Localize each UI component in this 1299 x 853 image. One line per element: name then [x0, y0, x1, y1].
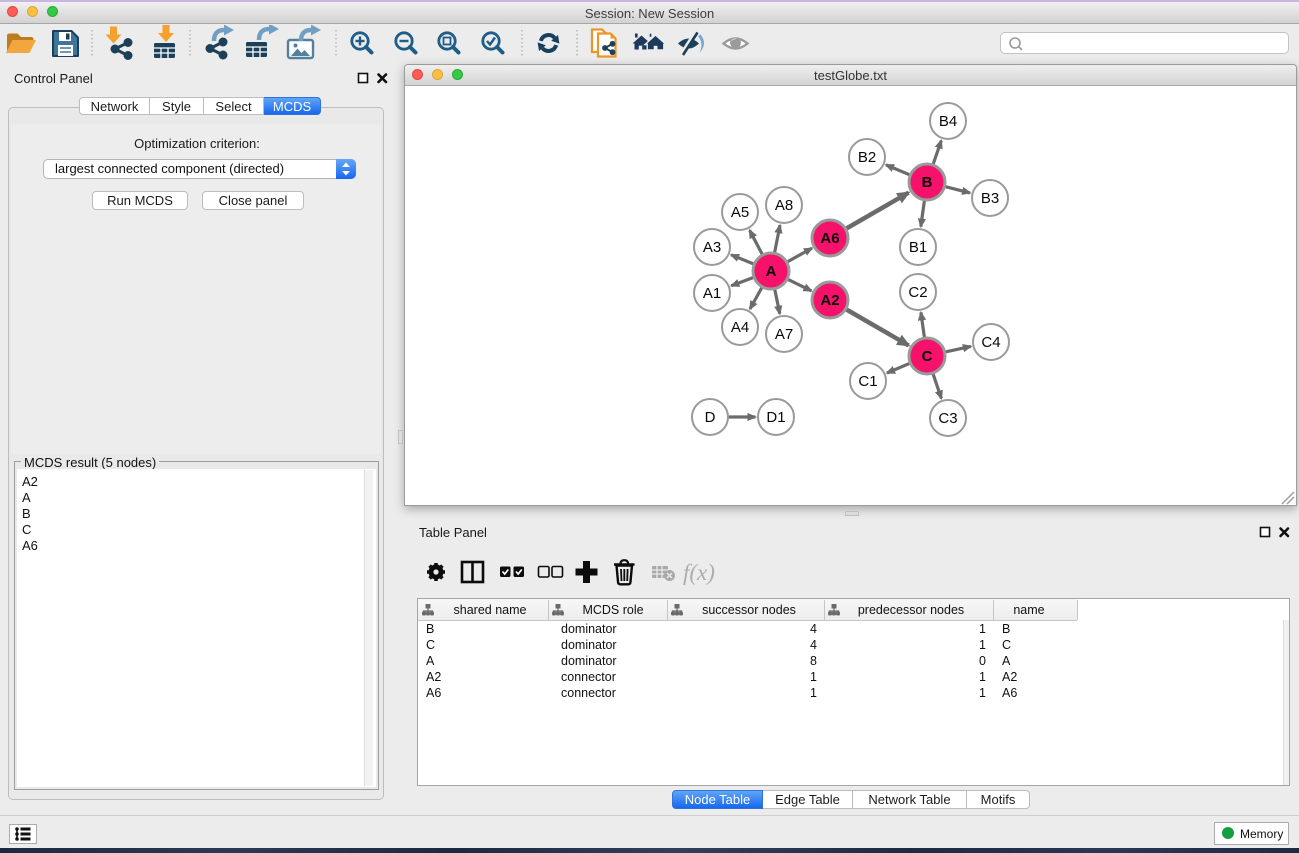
svg-text:MCDS role: MCDS role	[582, 603, 643, 617]
svg-text:C: C	[426, 638, 435, 652]
svg-text:B: B	[922, 174, 933, 191]
svg-text:A6: A6	[1002, 686, 1017, 700]
svg-text:A2: A2	[820, 292, 839, 309]
svg-text:C3: C3	[938, 410, 957, 427]
svg-text:B4: B4	[939, 113, 957, 130]
svg-text:shared name: shared name	[454, 603, 527, 617]
svg-text:A: A	[1002, 654, 1011, 668]
svg-text:successor nodes: successor nodes	[702, 603, 796, 617]
svg-text:4: 4	[810, 638, 817, 652]
svg-text:1: 1	[979, 686, 986, 700]
svg-text:D1: D1	[766, 409, 785, 426]
svg-text:C4: C4	[981, 334, 1000, 351]
svg-text:1: 1	[979, 638, 986, 652]
svg-text:f(x): f(x)	[683, 560, 715, 585]
svg-text:C: C	[1002, 638, 1011, 652]
svg-text:D: D	[705, 409, 716, 426]
svg-text:C: C	[922, 348, 933, 365]
svg-text:connector: connector	[561, 686, 616, 700]
svg-text:name: name	[1013, 603, 1044, 617]
svg-text:8: 8	[810, 654, 817, 668]
svg-text:B: B	[1002, 622, 1010, 636]
svg-text:A: A	[426, 654, 435, 668]
svg-text:1: 1	[979, 670, 986, 684]
svg-text:dominator: dominator	[561, 622, 617, 636]
svg-text:dominator: dominator	[561, 654, 617, 668]
svg-text:A8: A8	[775, 197, 793, 214]
svg-text:B3: B3	[981, 190, 999, 207]
svg-text:B: B	[426, 622, 434, 636]
svg-text:1: 1	[810, 670, 817, 684]
svg-text:A5: A5	[731, 204, 749, 221]
svg-text:B1: B1	[909, 239, 927, 256]
svg-text:A6: A6	[820, 230, 839, 247]
svg-text:C1: C1	[858, 373, 877, 390]
svg-text:A3: A3	[703, 239, 721, 256]
svg-text:0: 0	[979, 654, 986, 668]
svg-text:dominator: dominator	[561, 638, 617, 652]
svg-text:A1: A1	[703, 285, 721, 302]
svg-text:A: A	[766, 263, 777, 280]
svg-text:4: 4	[810, 622, 817, 636]
svg-text:predecessor nodes: predecessor nodes	[858, 603, 964, 617]
svg-text:A2: A2	[426, 670, 441, 684]
svg-text:A4: A4	[731, 319, 749, 336]
svg-text:A7: A7	[775, 326, 793, 343]
svg-text:1: 1	[979, 622, 986, 636]
svg-text:B2: B2	[858, 149, 876, 166]
svg-text:A6: A6	[426, 686, 441, 700]
svg-text:C2: C2	[908, 284, 927, 301]
svg-text:connector: connector	[561, 670, 616, 684]
svg-text:A2: A2	[1002, 670, 1017, 684]
svg-text:1: 1	[810, 686, 817, 700]
